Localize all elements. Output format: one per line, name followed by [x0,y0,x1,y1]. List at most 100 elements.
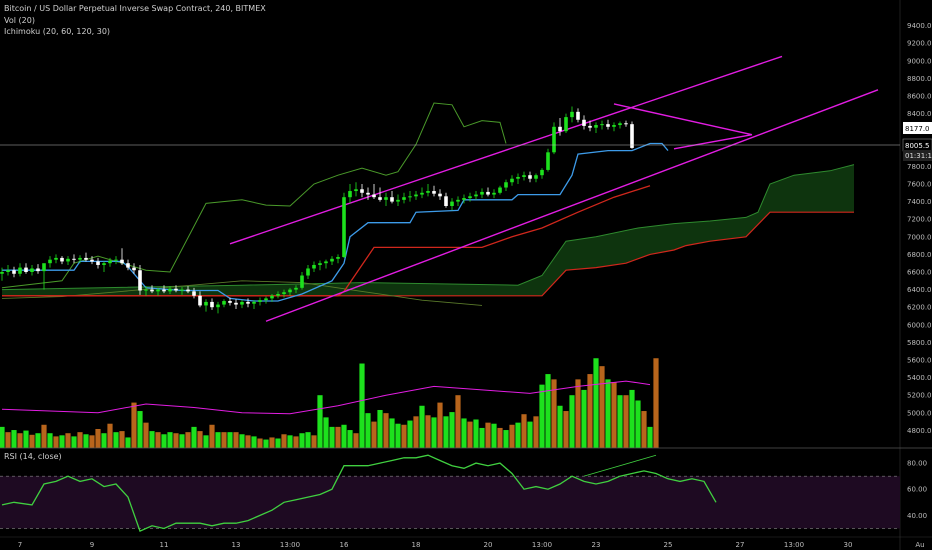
candle-body [540,169,544,176]
volume-bar [413,416,419,448]
volume-bar [449,412,455,448]
candle-body [264,298,268,301]
candle-body [84,257,88,260]
volume-bar [557,405,563,448]
price-tick-label: 7200.0 [907,216,932,224]
candle-body [354,189,358,192]
candle-body [204,301,208,306]
volume-bar [173,433,179,448]
volume-bar [497,427,503,448]
candle-body [306,268,310,276]
rsi-divergence-line [583,454,657,477]
price-tick-label: 6800.0 [907,251,932,259]
candle-body [48,259,52,264]
volume-bar [533,416,539,448]
volume-bar [209,424,215,448]
candle-body [198,295,202,306]
candle-body [498,187,502,193]
candle-body [24,267,28,272]
candle-body [270,295,274,299]
lagging-span-line [1,102,507,289]
candle-body [252,301,256,304]
volume-bar [131,402,137,448]
candle-body [492,192,496,195]
price-tick-label: 7600.0 [907,181,932,189]
volume-bar [383,413,389,448]
volume-bar [239,434,245,448]
volume-bar [77,432,83,448]
volume-bar [359,363,365,448]
price-tick-label: 5800.0 [907,339,932,347]
ichimoku-legend: Ichimoku (20, 60, 120, 30) [4,27,111,36]
volume-bar [251,436,257,448]
rsi-band [0,476,900,529]
volume-bar [245,435,251,448]
volume-bar [11,430,17,448]
candle-body [456,199,460,202]
price-tick-label: 6400.0 [907,286,932,294]
volume-bar [353,433,359,448]
candle-body [402,197,406,200]
channel-wedge-top-line [613,103,753,136]
candle-body [138,270,142,291]
price-badges: 8177.0 8005.5 01:31:15 [902,122,932,161]
time-tick-label: 18 [412,541,421,549]
volume-bar [539,384,545,448]
volume-bar [569,395,575,448]
volume-bar [407,420,413,448]
candle-body [390,197,394,202]
candle-body [624,123,628,125]
price-tick-label: 8800.0 [907,75,932,83]
volume-bar [581,389,587,448]
candle-body [186,289,190,292]
candle-body [168,288,172,292]
volume-bar [0,426,5,448]
volume-bar [491,423,497,448]
chart-canvas[interactable]: 9400.09200.09000.08800.08600.08400.08200… [0,0,932,550]
volume-bar [227,432,233,448]
candle-body [120,259,124,264]
volume-bar [437,402,443,448]
candle-body [558,126,562,132]
candle-body [282,292,286,294]
candle-body [480,191,484,195]
candle-body [276,294,280,296]
time-tick-label: 13:00 [280,541,300,549]
candle-body [42,263,46,272]
volume-bar [467,421,473,448]
price-tick-label: 6600.0 [907,269,932,277]
time-tick-label: Au [915,541,924,549]
volume-bar [329,426,335,448]
volume-bar [29,434,35,448]
candle-body [504,182,508,188]
candle-body [78,257,82,260]
volume-bar [281,434,287,448]
volume-bar [419,405,425,448]
candle-body [384,197,388,200]
conversion-line [2,142,669,302]
volume-bar [443,416,449,448]
volume-bar [485,422,491,448]
price-tick-label: 6000.0 [907,321,932,329]
volume-bar [479,427,485,448]
volume-bar [341,424,347,448]
volume-bar [599,366,605,448]
candle-body [300,275,304,288]
time-tick-label: 25 [664,541,673,549]
candle-body [294,287,298,290]
rsi-tick-label: 60.00 [907,486,927,494]
price-tick-label: 7000.0 [907,233,932,241]
volume-bar [323,417,329,448]
volume-bar [305,432,311,448]
volume-bar [593,358,599,448]
candle-body [18,267,22,274]
volume-bar [623,395,629,448]
candle-body [12,270,16,274]
volume-bar [473,419,479,448]
volume-bar [461,418,467,448]
volume-bar [455,395,461,448]
price-tick-label: 8400.0 [907,110,932,118]
volume-bar [113,432,119,448]
time-tick-label: 7 [18,541,22,549]
volume-bar [401,424,407,448]
